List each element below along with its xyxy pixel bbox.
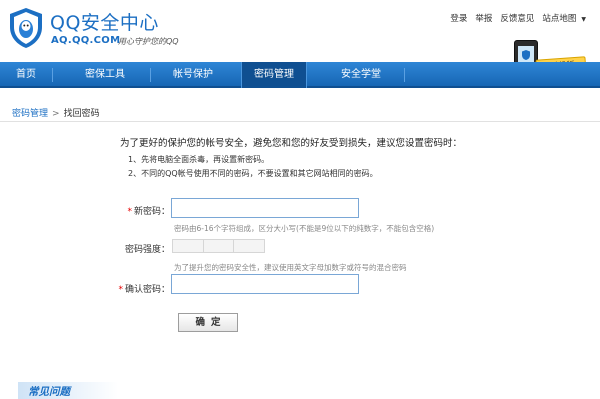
content-divider [0,121,600,122]
faq-section-header: 常见问题 [18,382,118,399]
required-star: * [127,207,132,217]
feedback-link[interactable]: 反馈意见 [496,12,538,24]
password-tip-1: 1、先将电脑全面杀毒，再设置新密码。 [128,155,270,164]
chevron-right-icon: > [52,109,60,119]
main-nav: 首页 密保工具 帐号保护 密码管理 安全学堂 [0,62,600,88]
password-strength-meter [172,239,266,253]
nav-item-password-management[interactable]: 密码管理 [241,62,307,88]
nav-divider [52,68,53,82]
breadcrumb: 密码管理 > 找回密码 [12,106,100,119]
breadcrumb-current: 找回密码 [63,109,100,119]
nav-item-account-protection[interactable]: 帐号保护 [150,62,236,88]
sitemap-label: 站点地图 [542,14,577,24]
strength-segment-medium [203,239,235,253]
required-star: * [118,285,123,295]
site-slogan: 用心守护您的QQ [118,37,179,46]
password-advice-intro: 为了更好的保护您的帐号安全，避免您和您的好友受到损失，建议您设置密码时： [120,138,463,149]
confirm-password-input[interactable] [171,274,359,294]
password-strength-hint: 为了提升您的密码安全性，建议使用英文字母加数字或符号的混合密码 [174,263,407,272]
site-domain: AQ.QQ.COM [51,35,121,46]
top-links: 登录 举报 反馈意见 站点地图 ▼ [446,12,594,24]
site-header: QQ安全中心 AQ.QQ.COM 用心守护您的QQ 登录 举报 反馈意见 站点地… [0,0,600,78]
confirm-password-label: * 确认密码： [104,282,170,295]
login-link[interactable]: 登录 [446,12,471,24]
new-password-label: * 新密码： [110,204,170,217]
nav-item-security-tools[interactable]: 密保工具 [60,62,150,88]
password-strength-label: 密码强度： [124,245,170,255]
nav-divider [404,68,405,82]
password-tip-2: 2、不同的QQ帐号使用不同的密码，不要设置和其它网站相同的密码。 [128,169,378,178]
sitemap-link[interactable]: 站点地图 ▼ [538,12,594,24]
breadcrumb-parent-link[interactable]: 密码管理 [12,109,48,119]
confirm-submit-button[interactable]: 确定 [178,313,238,332]
nav-item-home[interactable]: 首页 [0,62,52,88]
new-password-input[interactable] [171,198,359,218]
new-password-label-text: 新密码： [133,207,170,217]
qq-shield-logo-icon[interactable] [8,7,44,49]
faq-title[interactable]: 常见问题 [28,384,70,399]
report-link[interactable]: 举报 [471,12,496,24]
mini-shield-icon [522,50,530,60]
chevron-down-icon: ▼ [581,16,586,23]
nav-item-security-school[interactable]: 安全学堂 [318,62,404,88]
site-title[interactable]: QQ安全中心 [50,8,159,35]
confirm-password-label-text: 确认密码： [124,285,170,295]
new-password-hint: 密码由6-16个字符组成，区分大小写(不能是9位以下的纯数字，不能包含空格) [174,224,435,233]
strength-segment-weak [172,239,204,253]
strength-segment-strong [234,239,266,253]
